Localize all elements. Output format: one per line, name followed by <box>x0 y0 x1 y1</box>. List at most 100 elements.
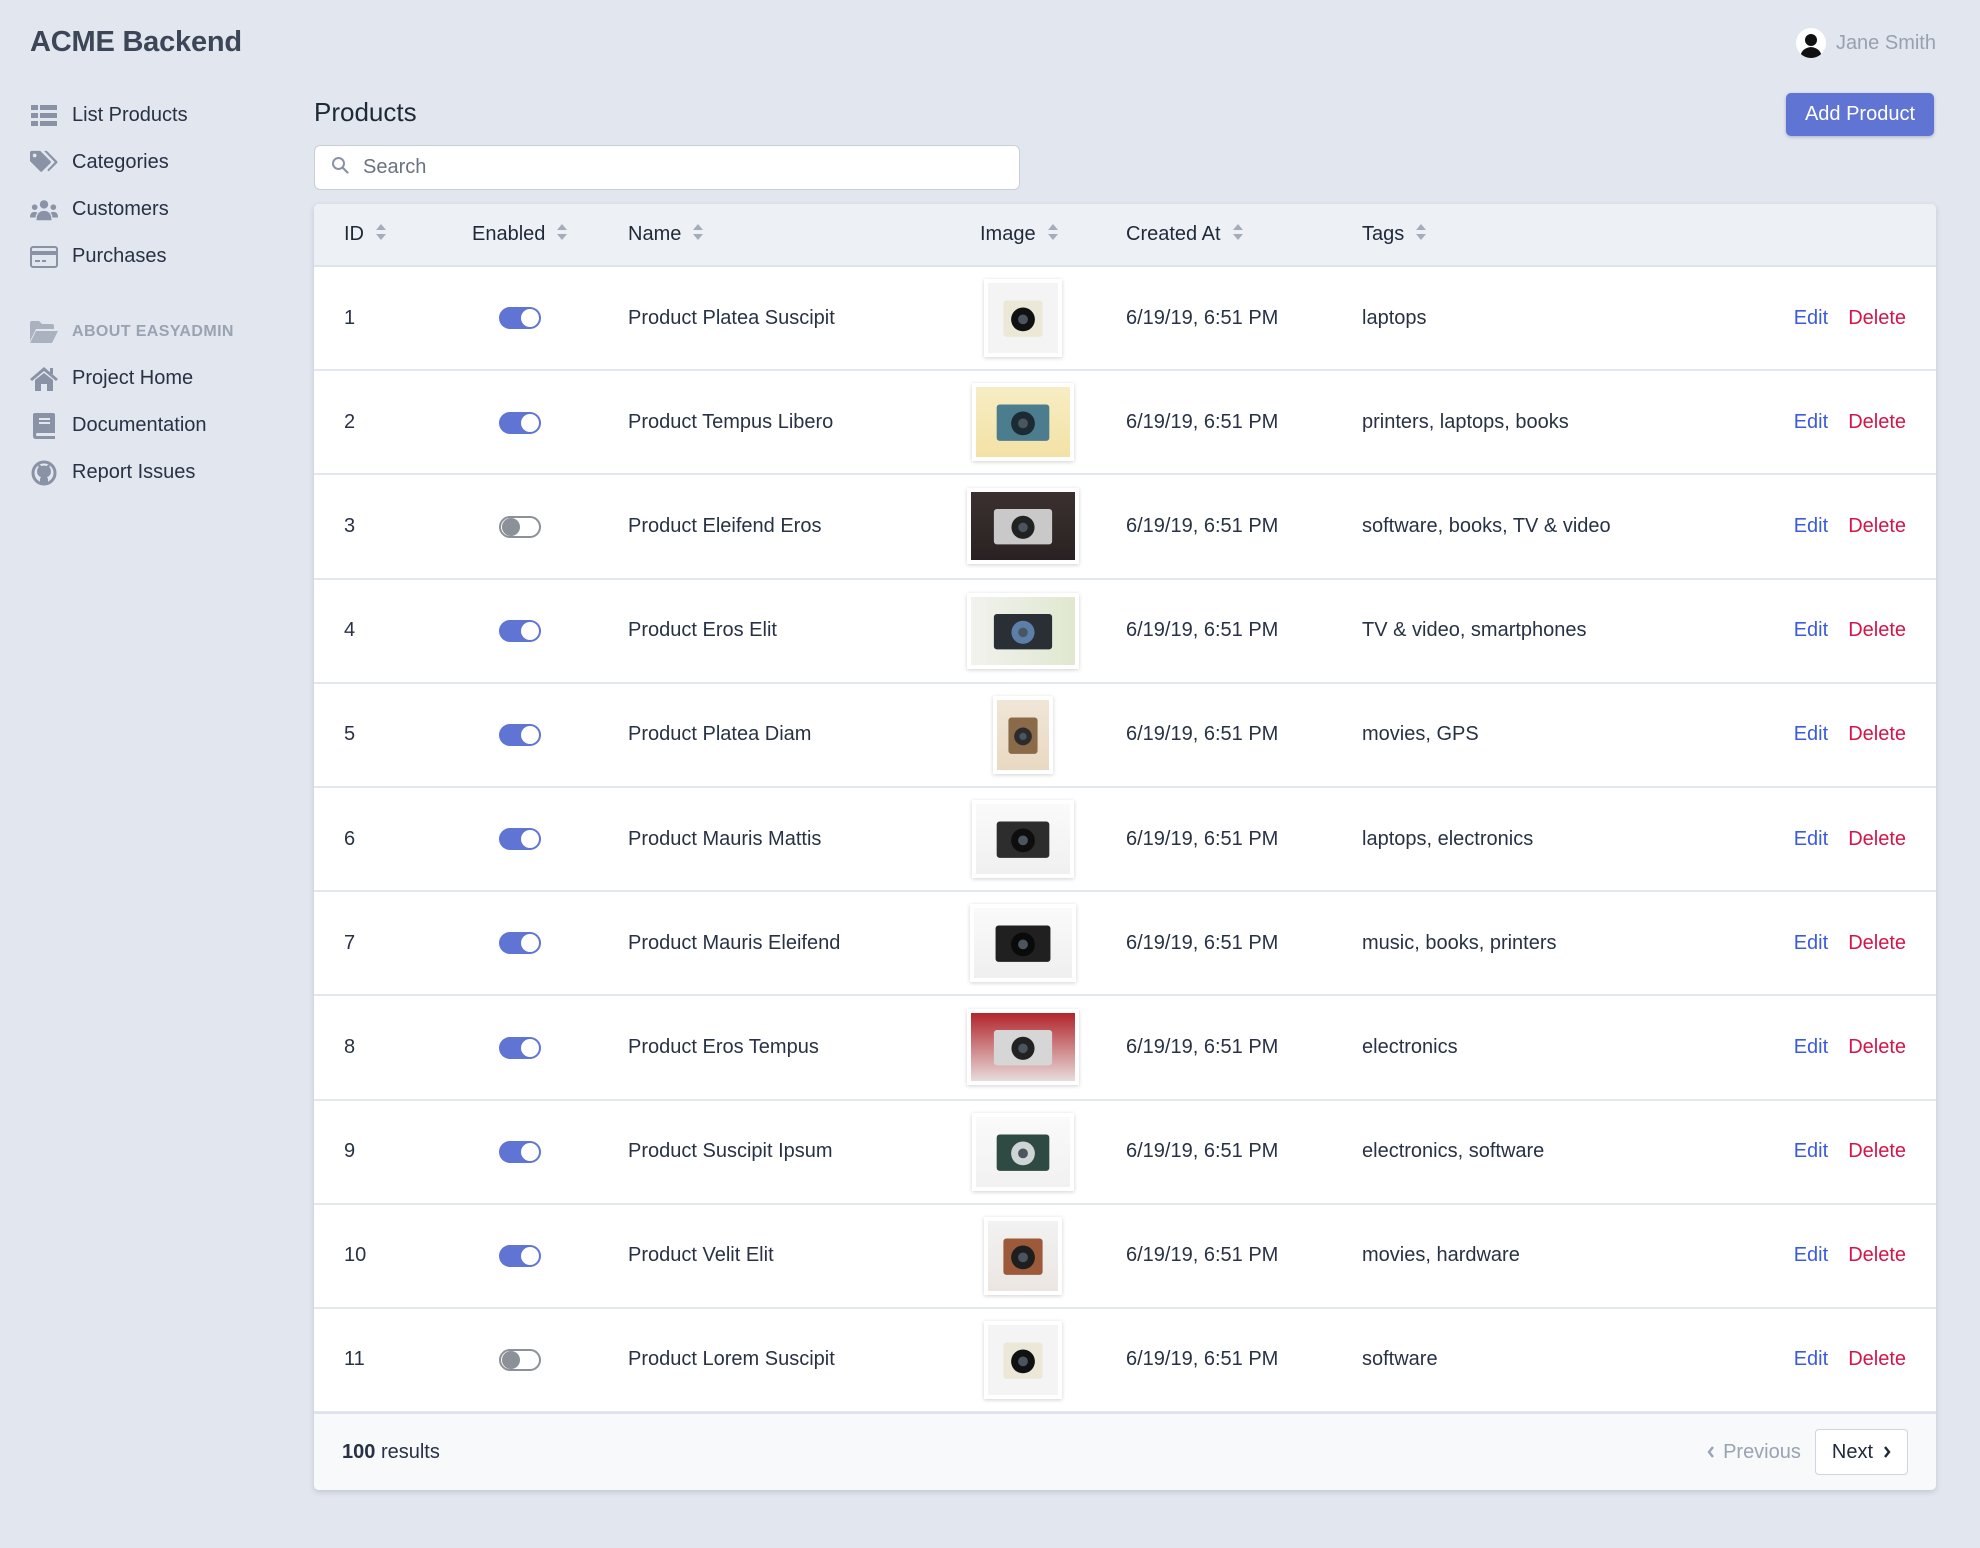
sidebar-item-list-products[interactable]: List Products <box>30 92 290 139</box>
column-header-created-at[interactable]: Created At <box>1096 204 1332 266</box>
product-thumbnail[interactable] <box>983 279 1062 358</box>
sidebar-item-report-issues[interactable]: Report Issues <box>30 449 290 496</box>
cell-created-at: 6/19/19, 6:51 PM <box>1126 1140 1279 1163</box>
toggle-knob <box>520 1142 539 1161</box>
camera-photo-icon <box>975 1116 1070 1187</box>
camera-photo-icon <box>987 1324 1058 1395</box>
column-header-name[interactable]: Name <box>598 204 950 266</box>
search-input[interactable] <box>361 155 981 180</box>
product-thumbnail[interactable] <box>969 904 1076 983</box>
edit-link[interactable]: Edit <box>1794 411 1828 433</box>
cell-enabled <box>442 995 598 1099</box>
delete-link[interactable]: Delete <box>1848 932 1906 954</box>
product-thumbnail[interactable] <box>966 592 1079 669</box>
product-thumbnail[interactable] <box>992 695 1053 774</box>
sidebar-item-categories[interactable]: Categories <box>30 139 290 186</box>
delete-link[interactable]: Delete <box>1848 828 1906 850</box>
delete-link[interactable]: Delete <box>1848 1036 1906 1058</box>
delete-link[interactable]: Delete <box>1848 1348 1906 1370</box>
enabled-toggle[interactable] <box>498 724 541 747</box>
delete-link[interactable]: Delete <box>1848 307 1906 329</box>
cell-enabled <box>442 579 598 683</box>
toggle-knob <box>520 830 539 849</box>
toggle-knob <box>520 1038 539 1057</box>
cell-image <box>950 683 1096 787</box>
product-thumbnail[interactable] <box>971 800 1074 879</box>
cell-enabled <box>442 683 598 787</box>
edit-link[interactable]: Edit <box>1794 307 1828 329</box>
column-header-enabled[interactable]: Enabled <box>442 204 598 266</box>
table-row: 2 Product Tempus Libero 6/19/19, 6:51 PM <box>314 370 1936 475</box>
column-header-tags[interactable]: Tags <box>1332 204 1752 266</box>
enabled-toggle[interactable] <box>498 1140 541 1163</box>
product-thumbnail[interactable] <box>971 383 1074 462</box>
cell-id: 7 <box>344 931 356 954</box>
cell-enabled <box>442 891 598 995</box>
edit-link[interactable]: Edit <box>1794 1036 1828 1058</box>
delete-link[interactable]: Delete <box>1848 411 1906 433</box>
column-header-image[interactable]: Image <box>950 204 1096 266</box>
cell-created-at: 6/19/19, 6:51 PM <box>1126 1035 1279 1058</box>
edit-link[interactable]: Edit <box>1794 828 1828 850</box>
cell-id: 1 <box>344 306 356 329</box>
enabled-toggle[interactable] <box>498 828 541 851</box>
delete-link[interactable]: Delete <box>1848 619 1906 641</box>
table-row: 11 Product Lorem Suscipit 6/19/19, 6:51 … <box>314 1308 1936 1413</box>
edit-link[interactable]: Edit <box>1794 723 1828 745</box>
edit-link[interactable]: Edit <box>1794 1244 1828 1266</box>
sidebar-item-purchases[interactable]: Purchases <box>30 233 290 280</box>
sidebar-item-project-home[interactable]: Project Home <box>30 355 290 402</box>
enabled-toggle[interactable] <box>498 515 541 538</box>
enabled-toggle[interactable] <box>498 411 541 434</box>
folder-open-icon <box>30 318 58 346</box>
camera-photo-icon <box>970 596 1075 665</box>
enabled-toggle[interactable] <box>498 619 541 642</box>
cell-name: Product Eros Elit <box>628 619 777 642</box>
cell-id: 8 <box>344 1035 356 1058</box>
product-thumbnail[interactable] <box>983 1216 1062 1295</box>
cell-actions: Edit Delete <box>1752 474 1936 578</box>
cell-id: 2 <box>344 410 356 433</box>
user-menu[interactable]: Jane Smith <box>1795 28 1936 58</box>
product-thumbnail[interactable] <box>971 1112 1074 1191</box>
edit-link[interactable]: Edit <box>1794 1140 1828 1162</box>
edit-link[interactable]: Edit <box>1794 932 1828 954</box>
sidebar-item-label: Categories <box>72 151 169 173</box>
sidebar-item-customers[interactable]: Customers <box>30 186 290 233</box>
delete-link[interactable]: Delete <box>1848 515 1906 537</box>
enabled-toggle[interactable] <box>498 307 541 330</box>
app-brand[interactable]: ACME Backend <box>30 26 242 59</box>
delete-link[interactable]: Delete <box>1848 1140 1906 1162</box>
tags-icon <box>30 149 58 177</box>
cell-tags: TV & video, smartphones <box>1362 619 1587 642</box>
next-page-button[interactable]: Next <box>1814 1429 1908 1475</box>
cell-name: Product Suscipit Ipsum <box>628 1140 833 1163</box>
edit-link[interactable]: Edit <box>1794 515 1828 537</box>
previous-page-button[interactable]: Previous <box>1707 1441 1801 1464</box>
product-thumbnail[interactable] <box>966 1009 1079 1086</box>
cell-tags: software <box>1362 1348 1438 1371</box>
cell-enabled <box>442 787 598 891</box>
camera-photo-icon <box>987 283 1058 354</box>
product-thumbnail[interactable] <box>966 488 1079 565</box>
edit-link[interactable]: Edit <box>1794 619 1828 641</box>
cell-created-at: 6/19/19, 6:51 PM <box>1126 619 1279 642</box>
sidebar-item-label: Project Home <box>72 367 194 389</box>
cell-name: Product Eros Tempus <box>628 1035 819 1058</box>
delete-link[interactable]: Delete <box>1848 723 1906 745</box>
enabled-toggle[interactable] <box>498 1349 541 1372</box>
enabled-toggle[interactable] <box>498 932 541 955</box>
add-product-button[interactable]: Add Product <box>1786 93 1934 136</box>
search-box[interactable] <box>314 145 1020 190</box>
cell-actions: Edit Delete <box>1752 579 1936 683</box>
cell-enabled <box>442 266 598 370</box>
product-thumbnail[interactable] <box>983 1320 1062 1399</box>
enabled-toggle[interactable] <box>498 1245 541 1267</box>
enabled-toggle[interactable] <box>498 1036 541 1059</box>
delete-link[interactable]: Delete <box>1848 1244 1906 1266</box>
column-header-id[interactable]: ID <box>314 204 442 266</box>
sidebar-item-documentation[interactable]: Documentation <box>30 402 290 449</box>
edit-link[interactable]: Edit <box>1794 1348 1828 1370</box>
cell-name: Product Velit Elit <box>628 1244 774 1267</box>
cell-created-at: 6/19/19, 6:51 PM <box>1126 1348 1279 1371</box>
